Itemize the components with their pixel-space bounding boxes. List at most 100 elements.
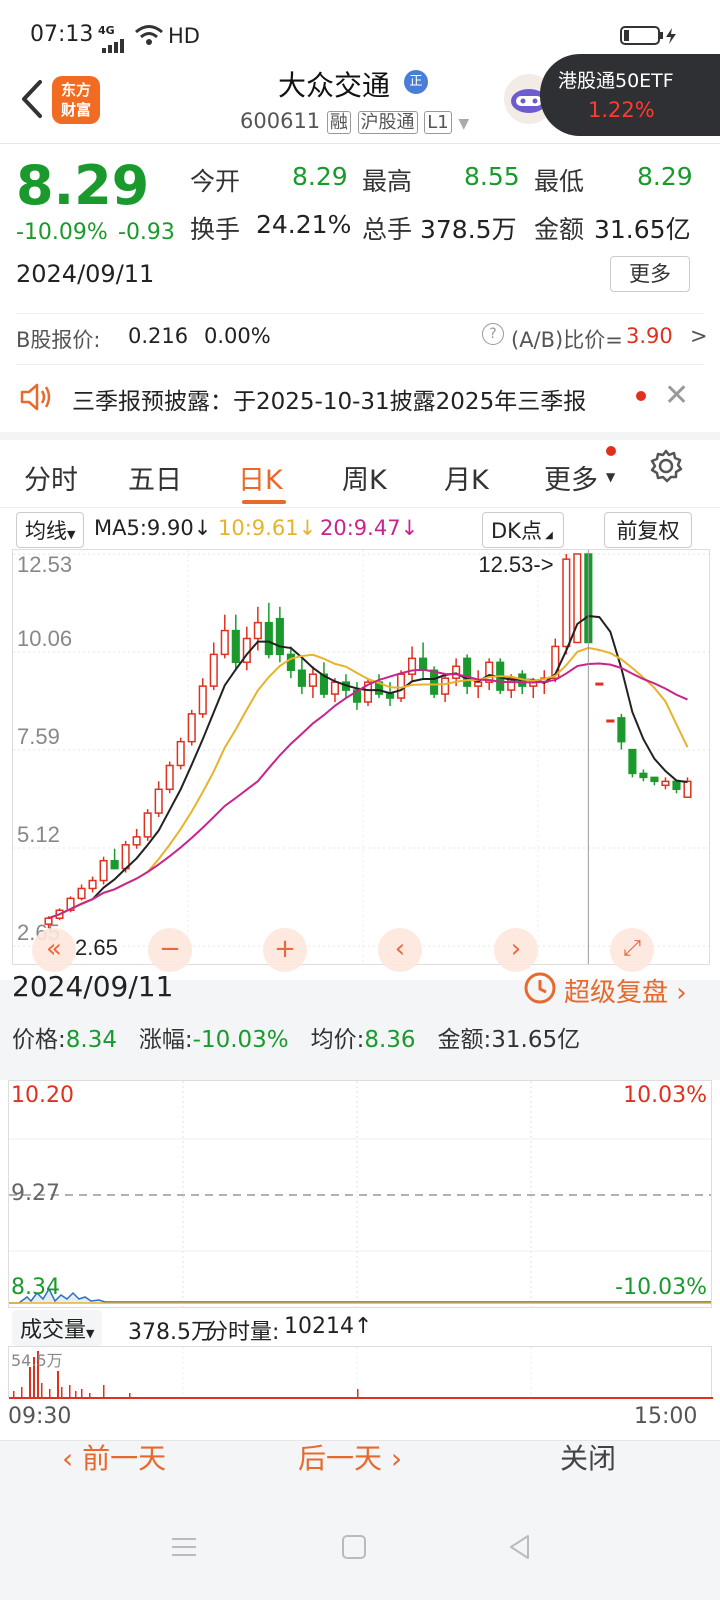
candle-body	[661, 780, 670, 787]
ma20-value: 20:9.47↓	[320, 516, 418, 540]
kline-svg: 12.5310.067.595.122.6512.53->2.65	[13, 550, 709, 964]
minute-y-bottom: 8.34	[11, 1275, 60, 1300]
minute-y-top: 10.20	[11, 1083, 74, 1108]
low-marker: 2.65	[75, 935, 118, 960]
speaker-icon	[18, 380, 54, 420]
candle-body	[330, 681, 340, 695]
candle-body	[463, 657, 472, 687]
minute-chart[interactable]: 10.20 9.27 8.34 10.03% -10.03%	[8, 1080, 712, 1308]
candle-body	[220, 629, 229, 656]
candle-body	[452, 665, 461, 679]
tab-minute[interactable]: 分时	[24, 458, 78, 497]
wifi-icon	[134, 24, 164, 51]
candle-body	[88, 879, 97, 890]
battery-icon	[620, 26, 682, 51]
minute-amount: 31.65亿	[491, 1027, 581, 1053]
next-day-button[interactable]: 后一天 ›	[298, 1437, 402, 1477]
ma5-text: MA5:9.90	[94, 516, 194, 540]
help-icon[interactable]: ?	[482, 323, 504, 345]
back-button[interactable]	[14, 76, 48, 126]
tab-weekly-k[interactable]: 周K	[342, 458, 387, 497]
notice-bar[interactable]: 三季报预披露：于2025-10-31披露2025年三季报 ✕	[0, 368, 720, 440]
menu-icon[interactable]	[170, 1535, 200, 1563]
dk-label: DK点	[491, 519, 542, 543]
clock-icon[interactable]	[522, 970, 558, 1010]
dk-point-button[interactable]: DK点 ◢	[482, 512, 564, 548]
bshare-price: 0.216	[128, 324, 189, 348]
unread-dot	[636, 391, 646, 401]
ab-ratio-value: 3.90	[626, 324, 673, 348]
candle-body	[672, 780, 681, 791]
y-tick-label: 12.53	[17, 552, 72, 577]
close-button[interactable]: 关闭	[560, 1437, 616, 1477]
hd-label: HD	[168, 24, 200, 48]
verified-badge: 正	[404, 70, 428, 94]
step-right-button[interactable]: ›	[494, 928, 538, 972]
candle-body	[165, 764, 174, 791]
low-value: 8.29	[637, 162, 693, 191]
ab-ratio-arrow: >	[690, 324, 708, 348]
kline-chart[interactable]: 12.53 10.06 7.59 5.12 2.65 12.53-> 2.65	[12, 549, 710, 965]
time-end: 15:00	[634, 1404, 698, 1429]
down-arrow-icon: ↓	[193, 516, 212, 540]
bshare-pct: 0.00%	[204, 324, 271, 348]
candle-body	[628, 748, 637, 775]
stock-header: 东方 财富 大众交通 正 600611 融 沪股通 L1 ▼ 港股通50ETF …	[0, 54, 720, 144]
home-icon[interactable]	[340, 1533, 368, 1565]
minute-volume-label: 分时量:	[206, 1320, 280, 1345]
step-left-button[interactable]: ‹	[378, 928, 422, 972]
ma10-value: 10:9.61↓	[218, 516, 316, 540]
notice-text: 三季报预披露：于2025-10-31披露2025年三季报	[72, 389, 587, 415]
super-review-link[interactable]: 超级复盘 ›	[564, 972, 687, 1009]
down-arrow-icon: ↓	[400, 516, 419, 540]
volume-selector[interactable]: 成交量▼	[12, 1310, 103, 1346]
candle-body	[430, 669, 439, 695]
ma-selector[interactable]: 均线▼	[16, 512, 85, 548]
candle-body	[683, 780, 692, 798]
zoom-out-button[interactable]: −	[148, 928, 192, 972]
stock-subline: 600611 融 沪股通 L1 ▼	[240, 108, 469, 134]
volume-chart[interactable]: 54.5万	[8, 1346, 713, 1399]
super-review-label: 超级复盘	[564, 978, 669, 1008]
bshare-label: B股报价:	[16, 328, 101, 352]
minute-info-panel: 2024/09/11 超级复盘 › 价格:8.34 涨幅:-10.03% 均价:…	[0, 970, 720, 1080]
scroll-left-fast-button[interactable]: «	[32, 928, 76, 972]
quote-date: 2024/09/11	[16, 260, 155, 288]
prev-day-button[interactable]: ‹ 前一天	[62, 1437, 166, 1477]
prev-day-label: 前一天	[82, 1442, 167, 1475]
back-nav-icon[interactable]	[506, 1533, 534, 1565]
tab-daily-k[interactable]: 日K	[238, 458, 283, 497]
more-button[interactable]: 更多	[610, 256, 690, 292]
amount-label: 金额	[534, 215, 585, 244]
fullscreen-icon[interactable]: ⤢	[610, 928, 654, 972]
stock-title: 大众交通	[278, 69, 391, 102]
close-icon[interactable]: ✕	[664, 378, 689, 413]
change-percent: -10.09%	[16, 220, 108, 245]
volume-selector-label: 成交量	[20, 1318, 87, 1343]
down-arrow-icon: ↓	[298, 516, 317, 540]
minute-avg-label: 均价:	[310, 1027, 365, 1053]
gear-icon[interactable]	[648, 448, 684, 491]
etf-popup[interactable]: 港股通50ETF 1.22%	[540, 54, 720, 136]
candle-body	[176, 740, 185, 767]
low-label: 最低	[534, 167, 585, 196]
volume-total: 378.5万	[128, 1320, 213, 1345]
tab-more[interactable]: 更多	[544, 458, 598, 497]
y-tick-label: 5.12	[17, 822, 60, 847]
more-dot	[606, 446, 616, 456]
active-tab-indicator	[242, 500, 286, 504]
candle-body	[231, 629, 240, 664]
candle-body	[44, 917, 53, 925]
logo-line1: 东方	[60, 81, 91, 99]
tab-monthly-k[interactable]: 月K	[444, 458, 489, 497]
tab-five-day[interactable]: 五日	[128, 458, 182, 497]
candle-body	[595, 682, 604, 686]
zoom-in-button[interactable]: +	[263, 928, 307, 972]
app-logo[interactable]: 东方 财富	[52, 76, 100, 124]
bshare-row[interactable]: B股报价: 0.216 0.00% ? (A/B)比价= 3.90 >	[16, 313, 708, 365]
candle-body	[264, 621, 273, 656]
candle-body	[650, 776, 659, 783]
adjust-button[interactable]: 前复权	[604, 512, 692, 548]
status-time: 07:13	[30, 22, 94, 47]
chevron-down-icon[interactable]: ▼	[458, 116, 469, 132]
